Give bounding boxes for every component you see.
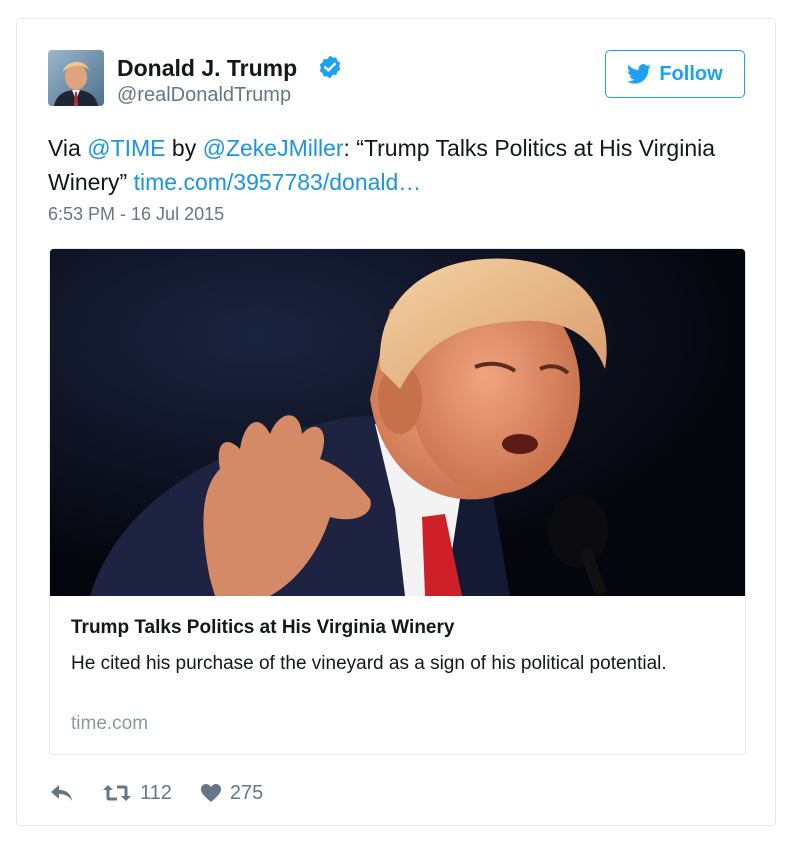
card-domain: time.com xyxy=(71,713,149,734)
author-name[interactable]: Donald J. Trump xyxy=(117,55,297,82)
author-handle[interactable]: @realDonaldTrump xyxy=(117,84,291,107)
reply-icon xyxy=(51,785,72,801)
tweet-text: Via @TIME by @ZekeJMiller: “Trump Talks … xyxy=(48,131,728,199)
card-title[interactable]: Trump Talks Politics at His Virginia Win… xyxy=(71,617,454,639)
heart-icon xyxy=(200,784,221,802)
tweet-prefix: Via xyxy=(48,135,88,161)
tweet-card: Donald J. Trump @realDonaldTrump Follow … xyxy=(16,18,776,826)
mention-zekejmiller[interactable]: @ZekeJMiller xyxy=(203,135,344,161)
retweet-icon xyxy=(103,785,131,801)
mention-time[interactable]: @TIME xyxy=(87,135,165,161)
tweet-timestamp[interactable]: 6:53 PM - 16 Jul 2015 xyxy=(48,204,224,225)
retweet-button[interactable]: 112 xyxy=(102,782,172,805)
twitter-bird-icon xyxy=(627,64,652,84)
like-button[interactable]: 275 xyxy=(200,782,263,805)
tweet-by: by xyxy=(165,135,203,161)
avatar[interactable] xyxy=(48,50,104,106)
retweet-count: 112 xyxy=(140,781,172,804)
link-card[interactable]: Trump Talks Politics at His Virginia Win… xyxy=(49,248,746,755)
article-link[interactable]: time.com/3957783/donald… xyxy=(134,169,422,195)
reply-button[interactable] xyxy=(48,782,74,804)
like-count: 275 xyxy=(229,781,264,804)
follow-label: Follow xyxy=(659,62,723,85)
follow-button[interactable]: Follow xyxy=(605,50,745,98)
article-photo[interactable] xyxy=(50,249,745,596)
verified-badge-icon xyxy=(319,55,341,79)
card-description: He cited his purchase of the vineyard as… xyxy=(71,653,667,674)
tweet-actions: 112 275 xyxy=(48,779,263,807)
